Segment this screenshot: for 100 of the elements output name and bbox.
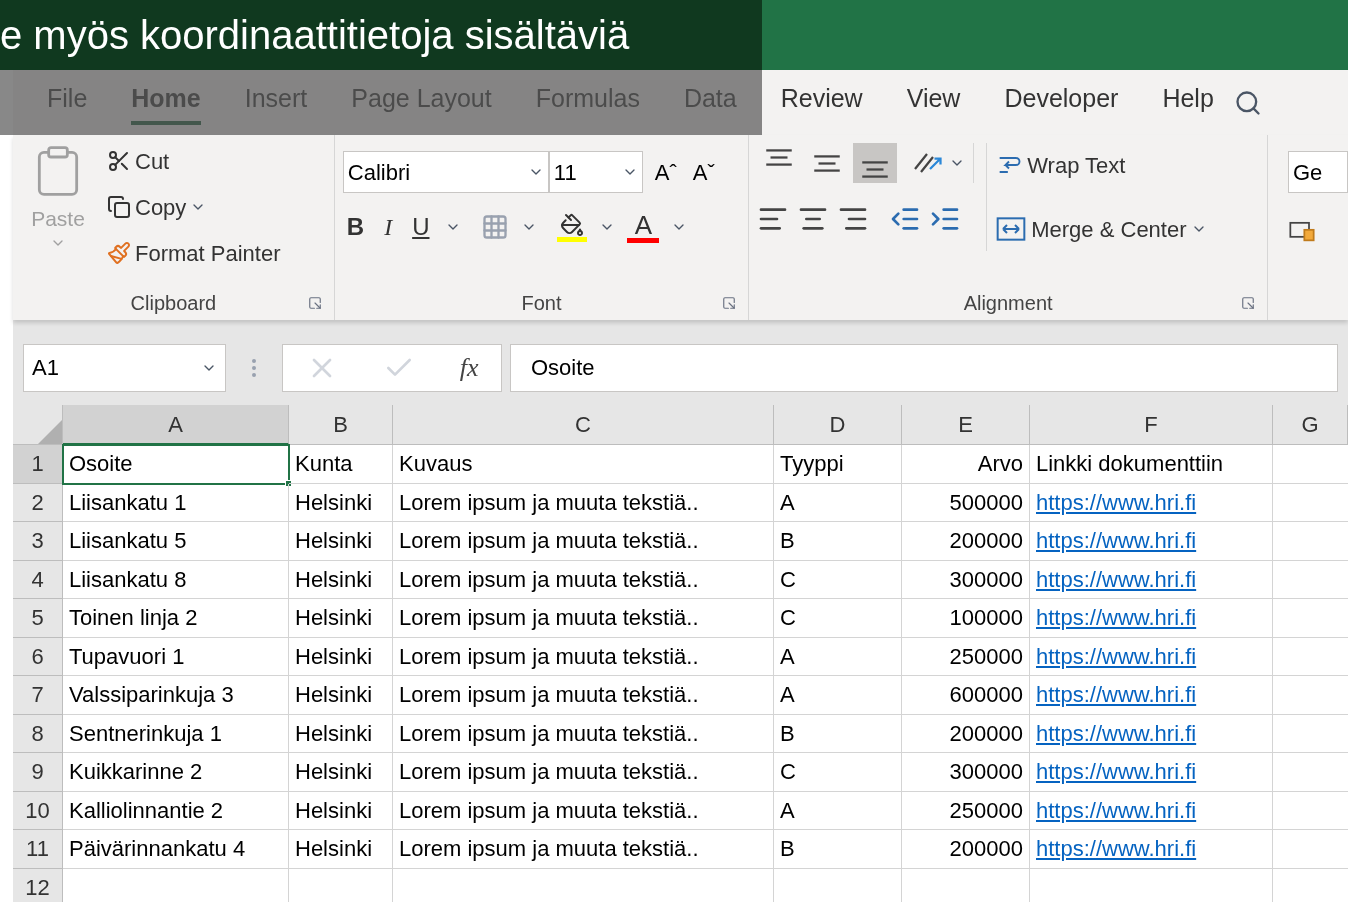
link[interactable]: https://www.hri.fi [1036,755,1197,789]
row-header[interactable]: 9 [13,753,63,792]
grow-font-button[interactable]: Aˆ [650,155,681,189]
link[interactable]: https://www.hri.fi [1036,832,1197,866]
cell-text: Lorem ipsum ja muuta tekstiä.. [399,527,699,556]
column-header[interactable]: A [63,405,289,445]
insert-function-button[interactable]: fx [459,348,479,387]
cell-text: Lorem ipsum ja muuta tekstiä.. [399,681,699,710]
cell-text: Sentnerinkuja 1 [69,719,222,748]
ribbon-tab[interactable]: Review [780,79,863,126]
cell-text: Kuvaus [399,450,473,479]
column-header[interactable]: E [902,405,1030,445]
column-header[interactable]: B [289,405,393,445]
ribbon-tab[interactable]: Help [1162,79,1214,126]
shrink-font-button[interactable]: Aˇ [688,155,719,189]
copy-button[interactable]: Copy [107,189,281,225]
cell-text: 200000 [949,835,1023,864]
row-header[interactable]: 10 [13,791,63,830]
cell-text: 600000 [949,681,1023,710]
cell-text: 250000 [949,796,1023,825]
merge-center-button[interactable]: Merge & Center [995,207,1207,251]
row-header[interactable]: 11 [13,830,63,869]
cell-text: Helsinki [295,719,373,748]
link[interactable]: https://www.hri.fi [1036,678,1197,712]
cell-text: Kuikkarinne 2 [69,758,203,787]
link[interactable]: https://www.hri.fi [1036,562,1197,596]
cell-text: Tupavuori 1 [69,642,185,671]
cell-text: Tyyppi [780,450,844,479]
link[interactable]: https://www.hri.fi [1036,485,1197,519]
cell-text: Valssiparinkuja 3 [69,681,234,710]
cell-text: Liisankatu 8 [69,565,187,594]
row-header[interactable]: 4 [13,560,63,599]
column-header[interactable]: F [1030,405,1273,445]
dialog-launcher-icon[interactable] [307,296,322,310]
font-color-button[interactable]: A [627,211,660,243]
italic-button[interactable]: I [380,209,397,245]
cell-text: Lorem ipsum ja muuta tekstiä.. [399,758,699,787]
row-header[interactable]: 3 [13,522,63,561]
fill-handle[interactable] [285,479,292,487]
cell-text: Kunta [295,450,353,479]
cell-text: Liisankatu 1 [69,488,187,517]
cell-text: Lorem ipsum ja muuta tekstiä.. [399,796,699,825]
number-format-field[interactable]: Ge [1288,151,1348,193]
row-header[interactable]: 5 [13,599,63,638]
cell-text: Helsinki [295,604,373,633]
row-header[interactable]: 1 [13,445,63,484]
ribbon-tab[interactable]: Developer [1004,79,1119,126]
font-size-field[interactable]: 11 [548,151,643,193]
row-header[interactable]: 2 [13,483,63,522]
formula-field[interactable]: Osoite [510,343,1338,392]
wrap-text-button[interactable]: Wrap Text [995,143,1207,187]
cell-text: Helsinki [295,488,373,517]
ribbon-tab[interactable]: View [906,79,961,126]
paint-bucket-icon [560,212,585,237]
font-family-field[interactable]: Calibri [342,151,549,193]
cell-text: Helsinki [295,565,373,594]
link[interactable]: https://www.hri.fi [1036,716,1197,750]
search-icon[interactable] [1233,88,1262,117]
cell-text: A [780,488,795,517]
vertical-align-button[interactable] [853,143,898,183]
align-lines-icon [766,148,793,166]
cut-button[interactable]: Cut [107,143,281,179]
cell-text: 250000 [949,642,1023,671]
cell-text: B [780,527,795,556]
dialog-launcher-icon[interactable] [722,296,737,310]
cell-text: C [780,604,796,633]
cell-text: A [780,796,795,825]
underline-button[interactable]: U [408,209,434,245]
link[interactable]: https://www.hri.fi [1036,524,1197,558]
column-header[interactable]: G [1273,405,1348,445]
column-header[interactable]: C [393,405,774,445]
row-header[interactable]: 6 [13,637,63,676]
group-label: Clipboard [130,291,217,316]
cell-text: Liisankatu 5 [69,527,187,556]
bold-button[interactable]: B [342,209,369,245]
link[interactable]: https://www.hri.fi [1036,793,1197,827]
cell-text: Helsinki [295,527,373,556]
font-color-bar [627,237,660,243]
link[interactable]: https://www.hri.fi [1036,639,1197,673]
row-header[interactable]: 8 [13,714,63,753]
cell-text: A [780,681,795,710]
link[interactable]: https://www.hri.fi [1036,601,1197,635]
fill-color-button[interactable] [557,212,588,242]
cell-text: 200000 [949,719,1023,748]
column-header[interactable]: D [774,405,902,445]
cell-text: Lorem ipsum ja muuta tekstiä.. [399,642,699,671]
name-box[interactable]: A1 [23,343,226,392]
dialog-launcher-icon[interactable] [1241,296,1255,310]
cell-text: B [780,719,795,748]
cell-text: Lorem ipsum ja muuta tekstiä.. [399,565,699,594]
group-label: Font [521,291,562,316]
cell-text: 300000 [949,565,1023,594]
copy-icon [107,195,131,219]
cell-text: 200000 [949,527,1023,556]
cell-text: B [780,835,795,864]
cell-text: Osoite [69,450,133,479]
row-header[interactable]: 7 [13,676,63,715]
row-header[interactable]: 12 [13,868,63,902]
format-painter-button[interactable]: Format Painter [107,235,281,271]
cell-text: Päivärinnankatu 4 [69,835,246,864]
